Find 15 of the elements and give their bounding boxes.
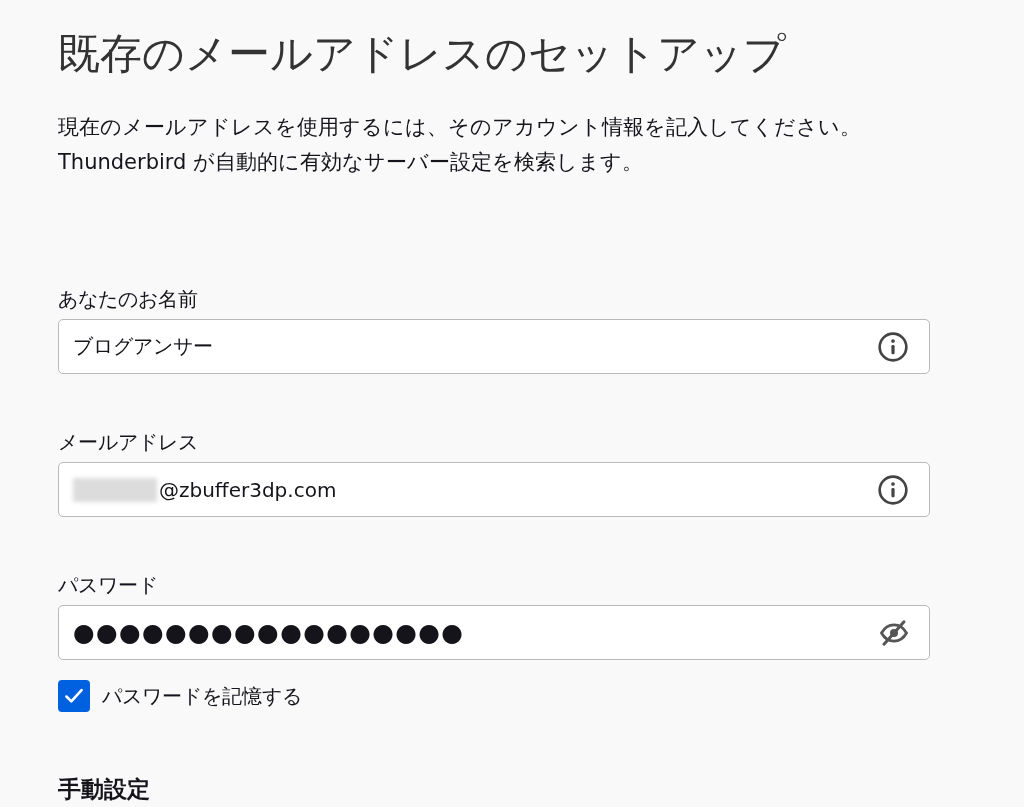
description-text: Thunderbird が自動的に有効なサーバー設定を検索します。 [58,149,645,176]
eye-slash-icon[interactable] [879,617,909,648]
name-field[interactable]: ブログアンサー [58,319,930,374]
password-field[interactable]: ●●●●●●●●●●●●●●●●● [58,605,930,660]
field-label: メールアドレス [58,429,199,455]
section-heading: 手動設定 [58,775,151,804]
email-field[interactable]: @zbuffer3dp.com [58,462,930,517]
field-label: パスワード [58,572,159,598]
info-icon[interactable] [877,473,909,506]
description-text: 現在のメールアドレスを使用するには、そのアカウント情報を記入してください。 [58,114,862,141]
info-icon[interactable] [877,330,909,363]
page-title: 既存のメールアドレスのセットアップ [58,28,787,80]
field-label: あなたのお名前 [58,286,199,312]
checkbox[interactable] [58,680,90,712]
checkbox-label: パスワードを記憶する [102,682,302,710]
